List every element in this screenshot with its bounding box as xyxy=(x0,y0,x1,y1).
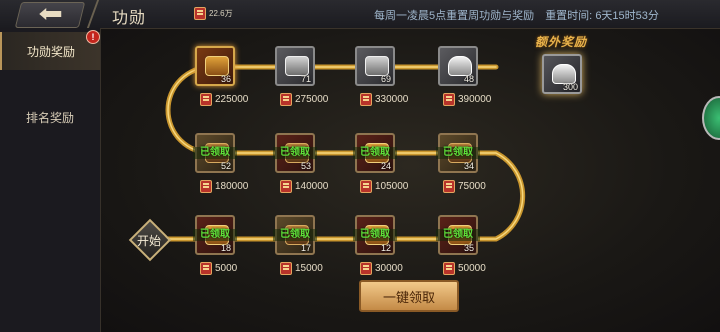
start-label: 开始 xyxy=(136,234,161,248)
silver-ingot-icon xyxy=(552,64,576,84)
merit-coin-icon xyxy=(443,261,455,275)
claimed-label: 已领取 xyxy=(193,229,237,241)
threshold-value: 75000 xyxy=(458,180,486,192)
reward-node[interactable]: 12 已领取 xyxy=(353,215,397,255)
claimed-label: 已领取 xyxy=(273,229,317,241)
start-marker: 开始 xyxy=(128,218,172,262)
merit-threshold: 75000 xyxy=(440,179,486,193)
threshold-value: 390000 xyxy=(458,93,492,105)
merit-threshold: 330000 xyxy=(357,92,409,106)
merit-coin-icon xyxy=(200,179,212,193)
currency-value: 22.6万 xyxy=(209,8,233,18)
claimed-label: 已领取 xyxy=(273,147,317,159)
extra-reward-count: 300 xyxy=(562,82,578,92)
reward-count: 53 xyxy=(300,161,311,171)
merit-threshold: 30000 xyxy=(357,261,403,275)
claimed-label: 已领取 xyxy=(436,147,480,159)
extra-reward-item[interactable]: 300 xyxy=(542,54,582,94)
claim-all-button[interactable]: 一键领取 xyxy=(359,280,459,312)
merit-threshold: 180000 xyxy=(197,179,249,193)
reward-node[interactable]: 36 xyxy=(195,46,235,86)
tab-merit-rewards[interactable]: 功勋奖励 xyxy=(0,32,100,70)
reward-count: 48 xyxy=(463,74,474,84)
extra-reward-title: 额外奖励 xyxy=(535,35,588,49)
threshold-value: 140000 xyxy=(295,180,329,192)
threshold-value: 225000 xyxy=(215,93,249,105)
header-divider xyxy=(86,0,100,28)
reward-node[interactable]: 34 已领取 xyxy=(436,133,480,173)
merit-coin-icon xyxy=(280,179,292,193)
tab-label: 功勋奖励 xyxy=(26,44,75,59)
claimed-label: 已领取 xyxy=(353,147,397,159)
reward-count: 69 xyxy=(380,74,391,84)
currency-display: 22.6万 xyxy=(194,6,233,20)
merit-coin-icon xyxy=(360,179,372,193)
merit-threshold: 50000 xyxy=(440,261,486,275)
threshold-value: 330000 xyxy=(375,93,409,105)
threshold-value: 5000 xyxy=(215,262,238,274)
threshold-value: 15000 xyxy=(295,262,323,274)
reward-count: 35 xyxy=(463,243,474,253)
back-arrow-icon xyxy=(39,8,62,20)
merit-threshold: 15000 xyxy=(277,261,323,275)
reward-count: 71 xyxy=(300,74,311,84)
tab-ranking-rewards[interactable]: 排名奖励 xyxy=(0,98,100,136)
claimed-label: 已领取 xyxy=(353,229,397,241)
merit-threshold: 390000 xyxy=(440,92,492,106)
threshold-value: 30000 xyxy=(375,262,403,274)
merit-threshold: 275000 xyxy=(277,92,329,106)
reward-node[interactable]: 35 已领取 xyxy=(436,215,480,255)
reward-node[interactable]: 48 xyxy=(438,46,478,86)
back-button[interactable] xyxy=(14,2,86,28)
top-bar: 功勋 22.6万 每周一凌晨5点重置周功勋与奖励 重置时间: 6天15时53分 xyxy=(0,0,720,29)
reward-count: 52 xyxy=(220,161,231,171)
merit-threshold: 5000 xyxy=(197,261,238,275)
threshold-value: 105000 xyxy=(375,180,409,192)
claimed-label: 已领取 xyxy=(193,147,237,159)
alert-badge: ! xyxy=(86,30,100,44)
merit-coin-icon xyxy=(360,261,372,275)
reward-node[interactable]: 53 已领取 xyxy=(273,133,317,173)
metal-icon xyxy=(285,56,309,76)
reward-count: 17 xyxy=(300,243,311,253)
merit-threshold: 140000 xyxy=(277,179,329,193)
merit-coin-icon xyxy=(280,261,292,275)
sidebar: 功勋奖励 排名奖励 xyxy=(0,28,101,332)
chest-icon xyxy=(205,56,229,76)
merit-coin-icon xyxy=(443,92,455,106)
tab-label: 排名奖励 xyxy=(25,110,74,125)
merit-coin-icon xyxy=(194,6,206,20)
threshold-value: 180000 xyxy=(215,180,249,192)
reward-node[interactable]: 18 已领取 xyxy=(193,215,237,255)
reward-track-panel: 开始 18 已领取 5000 17 已领取 15000 12 已领取 30000 35 已领取 500… xyxy=(101,29,720,332)
reset-time: 6天15时53分 xyxy=(595,10,659,22)
reset-label: 重置时间: xyxy=(545,10,593,22)
reward-node[interactable]: 52 已领取 xyxy=(193,133,237,173)
merit-coin-icon xyxy=(280,92,292,106)
ingot-icon xyxy=(448,56,472,76)
reward-node[interactable]: 69 xyxy=(355,46,395,86)
reward-count: 12 xyxy=(380,243,391,253)
merit-threshold: 225000 xyxy=(197,92,249,106)
reward-count: 18 xyxy=(220,243,231,253)
merit-coin-icon xyxy=(200,261,212,275)
threshold-value: 50000 xyxy=(458,262,486,274)
reward-node[interactable]: 24 已领取 xyxy=(353,133,397,173)
reward-count: 24 xyxy=(380,161,391,171)
threshold-value: 275000 xyxy=(295,93,329,105)
page-title: 功勋 xyxy=(112,10,147,27)
merit-threshold: 105000 xyxy=(357,179,409,193)
reward-count: 34 xyxy=(463,161,474,171)
merit-coin-icon xyxy=(443,179,455,193)
merit-coin-icon xyxy=(200,92,212,106)
claimed-label: 已领取 xyxy=(436,229,480,241)
metal-icon xyxy=(365,56,389,76)
reward-count: 36 xyxy=(220,74,231,84)
reward-node[interactable]: 17 已领取 xyxy=(273,215,317,255)
merit-coin-icon xyxy=(360,92,372,106)
reward-node[interactable]: 71 xyxy=(275,46,315,86)
reset-notice: 每周一凌晨5点重置周功勋与奖励 xyxy=(374,10,535,22)
reset-info: 每周一凌晨5点重置周功勋与奖励 重置时间: 6天15时53分 xyxy=(374,7,659,23)
